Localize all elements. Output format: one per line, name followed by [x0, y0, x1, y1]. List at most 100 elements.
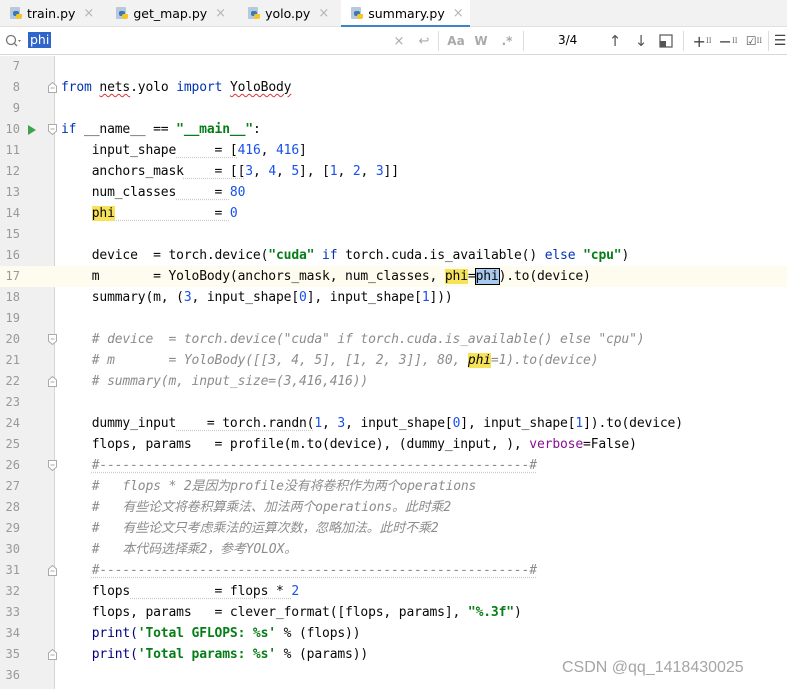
line-number: 32 — [5, 584, 20, 598]
code-editor[interactable]: 7 8 from nets.yolo import YoloBody 9 10 … — [0, 56, 787, 689]
code-line[interactable]: 32 flops = flops * 2 — [0, 581, 787, 602]
line-number: 10 — [5, 122, 20, 136]
code-line[interactable]: 19 — [0, 308, 787, 329]
code-line[interactable]: 7 — [0, 56, 787, 77]
regex-button[interactable]: .* — [500, 32, 514, 50]
find-bar: phi × ↩ Aa W .* 3/4 ↑ ↓ + II − II ☑ II ☰ — [0, 27, 787, 55]
code-text: dummy_input = torch.randn(1, 3, input_sh… — [91, 416, 683, 431]
fold-icon[interactable] — [48, 124, 57, 135]
search-match: phi — [467, 353, 491, 368]
select-all-occurrences-icon[interactable]: ☑ II — [744, 31, 764, 51]
code-line[interactable]: 27 # flops * 2是因为profile没有将卷积作为两个operati… — [0, 476, 787, 497]
code-line[interactable]: 16 device = torch.device("cuda" if torch… — [0, 245, 787, 266]
filter-icon[interactable]: ☰ — [774, 31, 787, 51]
search-match: phi — [444, 269, 468, 284]
code-text: flops, params = clever_format([flops, pa… — [91, 605, 522, 620]
python-file-icon — [351, 7, 364, 20]
code-line[interactable]: 20 # device = torch.device("cuda" if tor… — [0, 329, 787, 350]
line-number: 23 — [5, 395, 20, 409]
line-number: 21 — [5, 353, 20, 367]
code-text: print('Total GFLOPS: %s' % (flops)) — [91, 626, 361, 641]
code-line[interactable]: 30 # 本代码选择乘2，参考YOLOX。 — [0, 539, 787, 560]
code-line[interactable]: 26 #------------------------------------… — [0, 455, 787, 476]
code-line[interactable]: 25 flops, params = profile(m.to(device),… — [0, 434, 787, 455]
tab-get-map-py[interactable]: get_map.py × — [106, 0, 232, 27]
clear-search-icon[interactable]: × — [392, 32, 406, 50]
fold-icon[interactable] — [48, 376, 57, 387]
run-icon[interactable] — [28, 125, 36, 135]
code-line[interactable]: 18 summary(m, (3, input_shape[0], input_… — [0, 287, 787, 308]
code-line[interactable]: 14 phi = 0 — [0, 203, 787, 224]
line-number: 18 — [5, 290, 20, 304]
code-line[interactable]: 12 anchors_mask = [[3, 4, 5], [1, 2, 3]] — [0, 161, 787, 182]
match-case-button[interactable]: Aa — [447, 32, 465, 50]
code-line[interactable]: 29 # 有些论文只考虑乘法的运算次数，忽略加法。此时不乘2 — [0, 518, 787, 539]
fold-icon[interactable] — [48, 565, 57, 576]
close-icon[interactable]: × — [215, 6, 226, 21]
code-line[interactable]: 23 — [0, 392, 787, 413]
python-file-icon — [116, 7, 129, 20]
code-line[interactable]: 11 input_shape = [416, 416] — [0, 140, 787, 161]
code-text: phi = 0 — [91, 206, 238, 221]
search-icon[interactable] — [5, 34, 21, 48]
tab-train-py[interactable]: train.py × — [0, 0, 100, 27]
add-selection-icon[interactable]: + II — [692, 31, 712, 51]
code-line[interactable]: 13 num_classes = 80 — [0, 182, 787, 203]
code-line[interactable]: 21 # m = YoloBody([[3, 4, 5], [1, 2, 3]]… — [0, 350, 787, 371]
close-icon[interactable]: × — [453, 6, 464, 21]
code-line[interactable]: 34 print('Total GFLOPS: %s' % (flops)) — [0, 623, 787, 644]
code-line[interactable]: 24 dummy_input = torch.randn(1, 3, input… — [0, 413, 787, 434]
code-comment: # 有些论文只考虑乘法的运算次数，忽略加法。此时不乘2 — [91, 521, 439, 536]
editor-tab-bar: train.py × get_map.py × yolo.py × summar… — [0, 0, 787, 28]
next-occurrence-icon[interactable]: ↓ — [633, 31, 649, 51]
line-number: 15 — [5, 227, 20, 241]
tab-summary-py[interactable]: summary.py × — [341, 0, 471, 28]
line-number: 35 — [5, 647, 20, 661]
code-line[interactable]: 22 # summary(m, input_size=(3,416,416)) — [0, 371, 787, 392]
fold-icon[interactable] — [48, 649, 57, 660]
code-line[interactable]: 9 — [0, 98, 787, 119]
line-number: 31 — [5, 563, 20, 577]
close-icon[interactable]: × — [83, 6, 94, 21]
code-text: num_classes = 80 — [91, 185, 246, 200]
code-line[interactable]: 8 from nets.yolo import YoloBody — [0, 77, 787, 98]
code-text: flops = flops * 2 — [91, 584, 300, 599]
line-number: 34 — [5, 626, 20, 640]
code-line-current[interactable]: 17 m = YoloBody(anchors_mask, num_classe… — [0, 266, 787, 287]
tab-yolo-py[interactable]: yolo.py × — [238, 0, 335, 27]
code-text: device = torch.device("cuda" if torch.cu… — [91, 248, 630, 263]
line-number: 13 — [5, 185, 20, 199]
close-icon[interactable]: × — [318, 6, 329, 21]
new-line-icon[interactable]: ↩ — [416, 32, 432, 50]
fold-icon[interactable] — [48, 334, 57, 345]
line-number: 29 — [5, 521, 20, 535]
remove-selection-icon[interactable]: − II — [718, 31, 738, 51]
divider — [683, 31, 684, 51]
code-line[interactable]: 15 — [0, 224, 787, 245]
tab-label: summary.py — [368, 6, 445, 21]
line-number: 12 — [5, 164, 20, 178]
code-comment: # device = torch.device("cuda" if torch.… — [91, 332, 645, 347]
code-comment: # 本代码选择乘2，参考YOLOX。 — [91, 542, 297, 557]
words-button[interactable]: W — [474, 32, 488, 50]
fold-icon[interactable] — [48, 82, 57, 93]
open-in-window-icon[interactable] — [659, 34, 673, 48]
line-number: 20 — [5, 332, 20, 346]
previous-occurrence-icon[interactable]: ↑ — [607, 31, 623, 51]
code-text: summary(m, (3, input_shape[0], input_sha… — [91, 290, 453, 305]
line-number: 8 — [12, 80, 20, 94]
python-file-icon — [248, 7, 261, 20]
tab-label: get_map.py — [133, 6, 208, 21]
line-number: 26 — [5, 458, 20, 472]
code-line[interactable]: 10 if __name__ == "__main__": — [0, 119, 787, 140]
match-count: 3/4 — [558, 33, 578, 47]
line-number: 11 — [5, 143, 20, 157]
divider — [523, 31, 524, 51]
code-line[interactable]: 31 #------------------------------------… — [0, 560, 787, 581]
code-comment: # 有些论文将卷积算乘法、加法两个operations。此时乘2 — [91, 500, 452, 515]
code-line[interactable]: 33 flops, params = clever_format([flops,… — [0, 602, 787, 623]
search-input[interactable]: phi — [28, 32, 52, 48]
code-comment: #---------------------------------------… — [91, 563, 537, 578]
fold-icon[interactable] — [48, 460, 57, 471]
code-line[interactable]: 28 # 有些论文将卷积算乘法、加法两个operations。此时乘2 — [0, 497, 787, 518]
